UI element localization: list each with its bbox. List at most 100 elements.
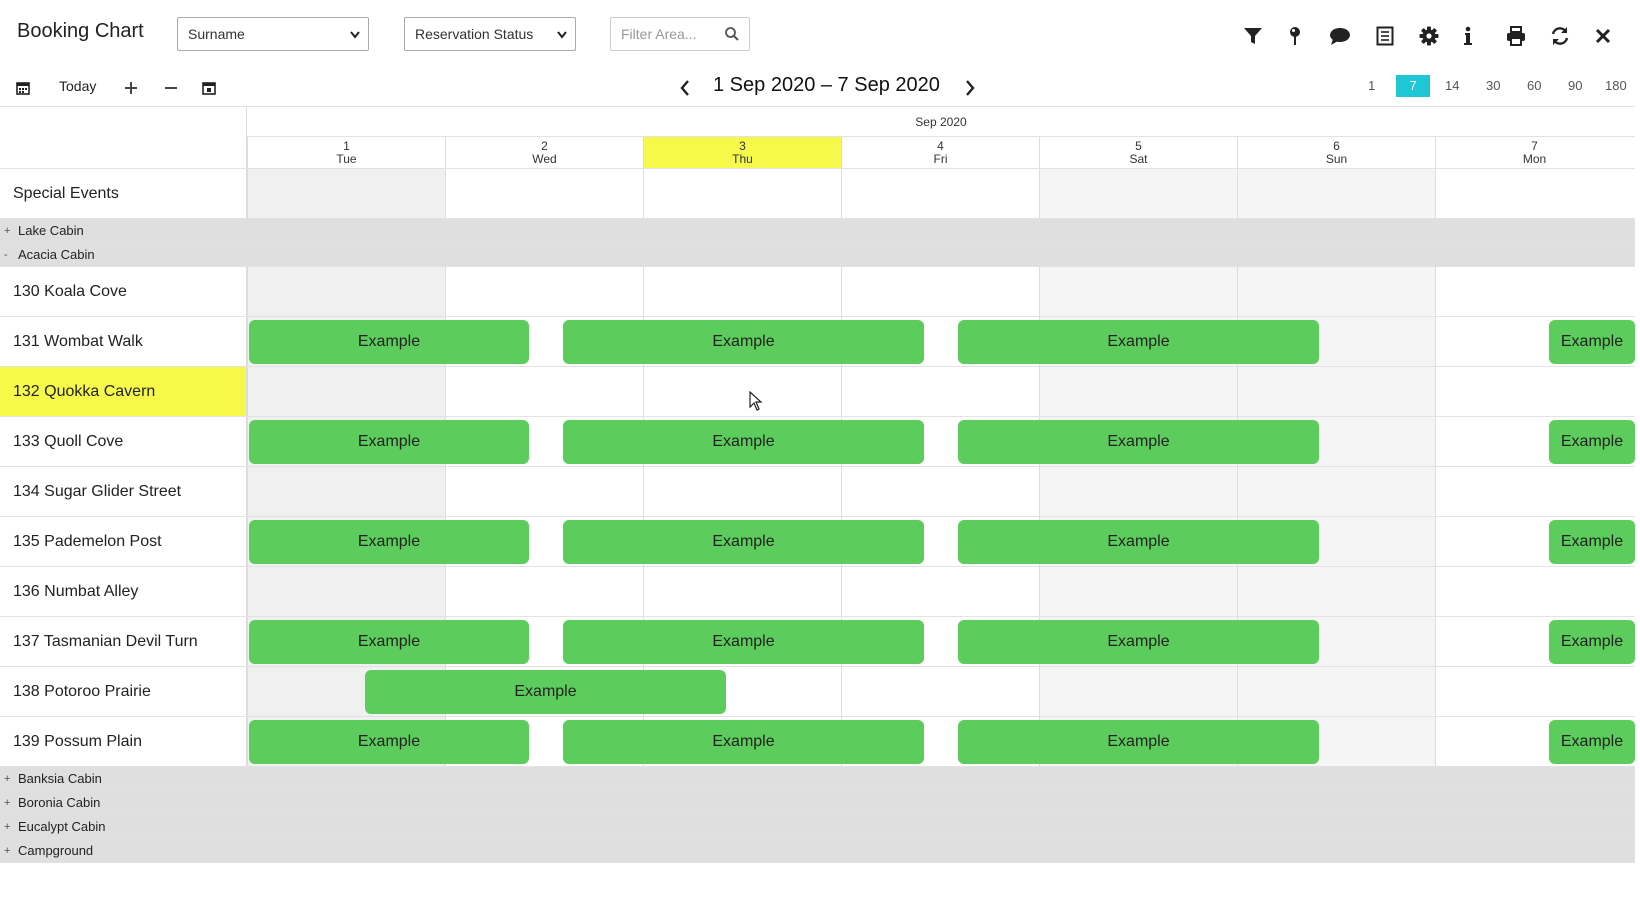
plus-icon[interactable] [119,76,143,100]
booking-block[interactable]: Example [1549,320,1635,364]
day-cell[interactable] [1039,267,1237,316]
minus-icon[interactable] [159,76,183,100]
day-cell[interactable] [1435,267,1633,316]
status-select[interactable]: Reservation Status [404,17,576,51]
group-row-banksia-cabin[interactable]: + Banksia Cabin [0,767,1635,791]
day-cell[interactable] [1237,267,1435,316]
day-cell[interactable] [1435,169,1633,218]
day-header[interactable]: 4 Fri [841,137,1039,168]
today-button[interactable]: Today [59,78,96,94]
zoom-option-1[interactable]: 1 [1364,75,1379,97]
day-cell[interactable] [1237,367,1435,416]
close-icon[interactable] [1591,24,1615,48]
gear-icon[interactable] [1417,24,1441,48]
booking-block[interactable]: Example [1549,420,1635,464]
day-cell[interactable] [445,467,643,516]
print-icon[interactable] [1504,24,1528,48]
room-name[interactable]: 135 Pademelon Post [0,517,247,566]
expand-toggle-icon[interactable]: + [4,821,18,833]
day-cell[interactable] [445,367,643,416]
filter-area-input[interactable]: Filter Area... [610,17,750,51]
room-name[interactable]: 137 Tasmanian Devil Turn [0,617,247,666]
day-cell[interactable] [247,567,445,616]
day-cell[interactable] [247,169,445,218]
room-name[interactable]: 132 Quokka Cavern [0,367,247,416]
room-name[interactable]: 134 Sugar Glider Street [0,467,247,516]
filter-icon[interactable] [1241,24,1265,48]
room-name[interactable]: 133 Quoll Cove [0,417,247,466]
booking-block[interactable]: Example [958,520,1319,564]
day-cell[interactable] [841,667,1039,716]
day-cell[interactable] [1039,467,1237,516]
day-cell[interactable] [1237,667,1435,716]
booking-block[interactable]: Example [1549,520,1635,564]
day-cell[interactable] [1237,467,1435,516]
expand-toggle-icon[interactable]: + [4,797,18,809]
booking-block[interactable]: Example [958,620,1319,664]
info-icon[interactable] [1456,24,1480,48]
day-cell[interactable] [1039,567,1237,616]
day-cell[interactable] [1039,367,1237,416]
group-row-boronia-cabin[interactable]: + Boronia Cabin [0,791,1635,815]
day-cell[interactable] [1237,567,1435,616]
booking-block[interactable]: Example [958,420,1319,464]
day-cell[interactable] [1039,667,1237,716]
refresh-icon[interactable] [1548,24,1572,48]
collapse-toggle-icon[interactable]: - [4,249,18,261]
zoom-option-60[interactable]: 60 [1523,75,1545,97]
sort-select[interactable]: Surname [177,17,369,51]
search-icon[interactable] [724,26,740,42]
booking-block[interactable]: Example [249,320,529,364]
room-name[interactable]: 138 Potoroo Prairie [0,667,247,716]
day-cell[interactable] [247,467,445,516]
day-cell[interactable] [445,267,643,316]
booking-block[interactable]: Example [249,720,529,764]
room-name[interactable]: 139 Possum Plain [0,717,247,766]
date-picker-icon[interactable] [197,76,221,100]
booking-block[interactable]: Example [249,520,529,564]
day-cell[interactable] [841,567,1039,616]
next-week-button[interactable] [958,76,982,100]
day-header[interactable]: 2 Wed [445,137,643,168]
booking-block[interactable]: Example [249,420,529,464]
day-cell[interactable] [643,467,841,516]
day-cell[interactable] [1435,567,1633,616]
zoom-option-180[interactable]: 180 [1601,75,1631,97]
day-cell[interactable] [841,169,1039,218]
day-header[interactable]: 6 Sun [1237,137,1435,168]
zoom-option-30[interactable]: 30 [1482,75,1504,97]
zoom-option-14[interactable]: 14 [1441,75,1463,97]
day-cell[interactable] [247,267,445,316]
room-name[interactable]: 136 Numbat Alley [0,567,247,616]
group-row-eucalypt-cabin[interactable]: + Eucalypt Cabin [0,815,1635,839]
booking-block[interactable]: Example [958,320,1319,364]
expand-toggle-icon[interactable]: + [4,773,18,785]
zoom-option-7[interactable]: 7 [1396,75,1430,97]
day-cell[interactable] [445,169,643,218]
day-cell[interactable] [1435,367,1633,416]
group-row-lake-cabin[interactable]: + Lake Cabin [0,219,1635,243]
booking-block[interactable]: Example [365,670,726,714]
chat-icon[interactable] [1328,24,1352,48]
booking-block[interactable]: Example [1549,620,1635,664]
expand-toggle-icon[interactable]: + [4,845,18,857]
group-row-acacia-cabin[interactable]: - Acacia Cabin [0,243,1635,267]
day-header[interactable]: 7 Mon [1435,137,1633,168]
group-row-campground[interactable]: + Campground [0,839,1635,863]
previous-week-button[interactable] [673,76,697,100]
booking-block[interactable]: Example [563,520,924,564]
day-cell[interactable] [1435,467,1633,516]
day-cell[interactable] [643,567,841,616]
zoom-option-90[interactable]: 90 [1564,75,1586,97]
day-cell[interactable] [643,267,841,316]
room-name[interactable]: 130 Koala Cove [0,267,247,316]
day-header[interactable]: 1 Tue [247,137,445,168]
booking-block[interactable]: Example [249,620,529,664]
expand-toggle-icon[interactable]: + [4,225,18,237]
day-cell[interactable] [841,467,1039,516]
day-header[interactable]: 5 Sat [1039,137,1237,168]
calendar-icon[interactable] [11,76,35,100]
booking-block[interactable]: Example [958,720,1319,764]
booking-block[interactable]: Example [563,620,924,664]
day-cell[interactable] [841,267,1039,316]
